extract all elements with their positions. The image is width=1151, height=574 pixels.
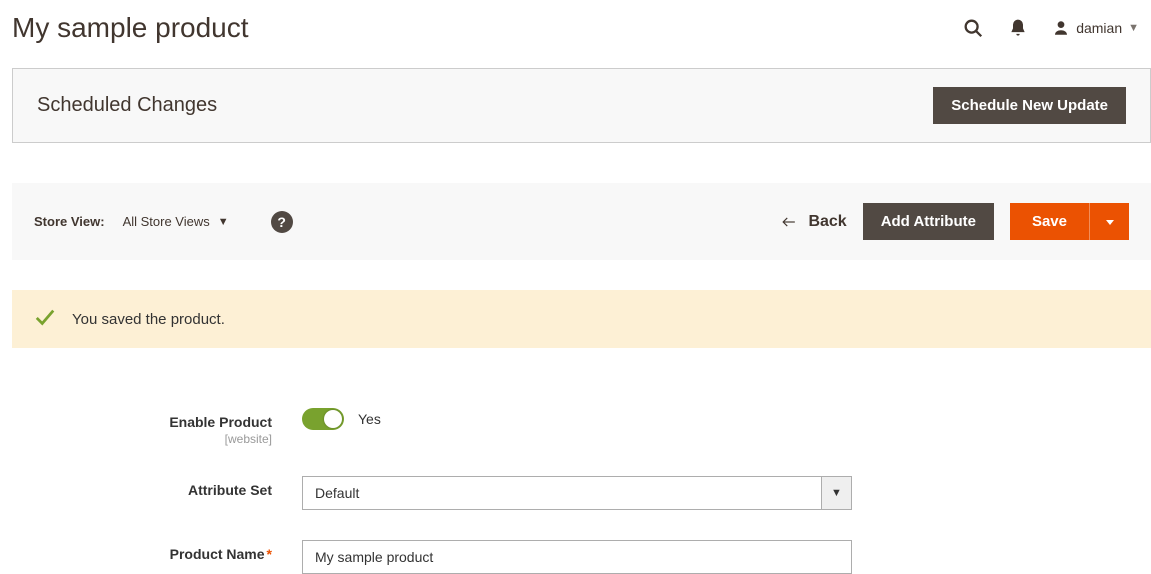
notifications-icon[interactable] xyxy=(1008,18,1028,38)
scheduled-changes-title: Scheduled Changes xyxy=(37,94,217,117)
required-indicator: * xyxy=(267,546,272,562)
arrow-left-icon xyxy=(780,215,798,229)
schedule-new-update-button[interactable]: Schedule New Update xyxy=(933,87,1126,124)
save-button[interactable]: Save xyxy=(1010,203,1089,240)
product-name-label: Product Name* xyxy=(170,546,272,562)
chevron-down-icon: ▼ xyxy=(218,216,229,228)
enable-product-scope: [website] xyxy=(12,432,272,446)
store-view-switcher[interactable]: All Store Views ▼ xyxy=(123,214,229,229)
chevron-down-icon: ▼ xyxy=(1128,22,1139,34)
page-title: My sample product xyxy=(12,12,249,44)
chevron-down-icon: ▼ xyxy=(821,477,851,509)
toggle-knob xyxy=(324,410,342,428)
enable-product-label: Enable Product xyxy=(169,414,272,430)
product-form: Enable Product [website] Yes Attribute S… xyxy=(12,408,1151,574)
username: damian xyxy=(1076,20,1122,36)
search-icon[interactable] xyxy=(962,17,984,39)
action-toolbar: Store View: All Store Views ▼ ? Back Add… xyxy=(12,183,1151,260)
user-menu[interactable]: damian ▼ xyxy=(1052,19,1139,37)
back-button[interactable]: Back xyxy=(780,213,846,231)
product-name-input[interactable] xyxy=(302,540,852,574)
help-icon[interactable]: ? xyxy=(271,211,293,233)
store-view-label: Store View: xyxy=(34,214,105,229)
attribute-set-select[interactable]: Default ▼ xyxy=(302,476,852,510)
check-icon xyxy=(34,306,56,332)
save-dropdown-toggle[interactable] xyxy=(1089,203,1129,240)
back-label: Back xyxy=(808,213,846,231)
store-view-value: All Store Views xyxy=(123,214,210,229)
user-icon xyxy=(1052,19,1070,37)
scheduled-changes-panel: Scheduled Changes Schedule New Update xyxy=(12,68,1151,143)
success-message: You saved the product. xyxy=(12,290,1151,348)
attribute-set-value: Default xyxy=(303,477,821,509)
add-attribute-button[interactable]: Add Attribute xyxy=(863,203,994,240)
enable-product-toggle[interactable] xyxy=(302,408,344,430)
page-header: My sample product damian ▼ xyxy=(12,12,1151,44)
enable-product-value: Yes xyxy=(358,411,381,427)
triangle-down-icon xyxy=(1104,216,1116,228)
success-message-text: You saved the product. xyxy=(72,311,225,328)
attribute-set-label: Attribute Set xyxy=(188,482,272,498)
